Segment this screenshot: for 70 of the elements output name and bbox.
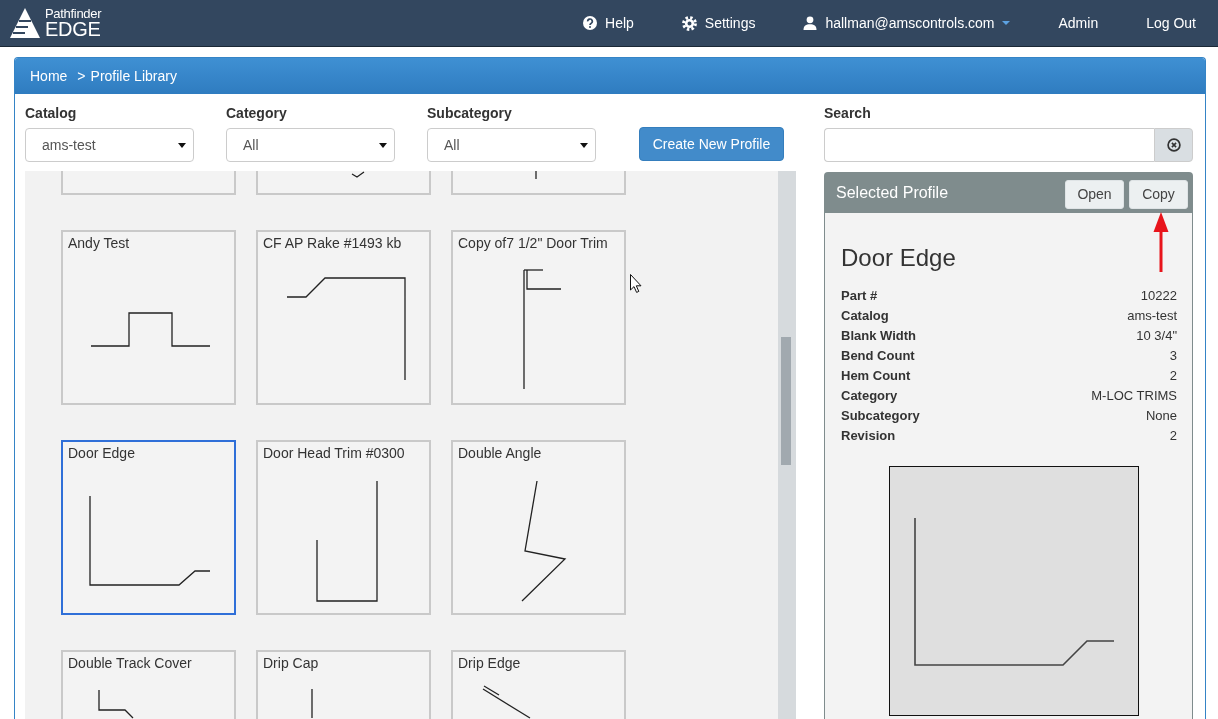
detail-label: Part # xyxy=(841,287,878,305)
profile-tile[interactable]: Double Track Cover xyxy=(61,650,236,719)
dropdown[interactable]: ams-test xyxy=(25,128,194,162)
scrollbar-thumb[interactable] xyxy=(781,337,791,465)
brand-subname: EDGE xyxy=(45,19,102,39)
nav-link[interactable]: Admin xyxy=(1034,0,1123,46)
caret-icon xyxy=(379,142,387,148)
profile-line-drawing xyxy=(311,688,313,719)
profile-line-drawing xyxy=(535,171,537,180)
detail-label: Subcategory xyxy=(841,407,920,425)
profile-line-drawing xyxy=(351,171,365,178)
detail-value: 3 xyxy=(1169,347,1177,365)
profile-tile[interactable]: Andy Test xyxy=(61,230,236,405)
annotation-arrow xyxy=(1153,212,1169,272)
profile-tile[interactable]: Drip Edge xyxy=(451,650,626,719)
settings-icon xyxy=(681,15,697,31)
detail-label: Category xyxy=(841,387,898,405)
clear-search-button[interactable] xyxy=(1154,128,1193,162)
caret-icon xyxy=(1002,21,1011,25)
profile-line-drawing xyxy=(482,685,531,719)
filter-label: Catalog xyxy=(25,104,78,123)
detail-value: 10222 xyxy=(1140,287,1177,305)
dropdown[interactable]: All xyxy=(226,128,395,162)
help-link[interactable]: Help xyxy=(559,0,658,46)
detail-value: M-LOC TRIMS xyxy=(1091,387,1177,405)
detail-label: Bend Count xyxy=(841,347,915,365)
search-label: Search xyxy=(824,104,872,123)
breadcrumb-current: Profile Library xyxy=(90,68,177,84)
detail-value: 2 xyxy=(1169,367,1177,385)
profile-tile[interactable]: Double Angle xyxy=(451,440,626,615)
detail-label: Revision xyxy=(841,427,896,445)
brand-name: Pathfinder xyxy=(45,7,102,20)
profile-line-drawing xyxy=(98,689,134,719)
search-field[interactable] xyxy=(824,128,1154,162)
help-icon xyxy=(583,16,598,30)
scrollbar-track[interactable] xyxy=(778,171,796,719)
open-button[interactable]: Open xyxy=(1065,179,1124,209)
profile-tile[interactable]: Door Head Trim #0300 xyxy=(256,440,431,615)
detail-value: ams-test xyxy=(1127,307,1177,325)
caret-icon xyxy=(178,142,186,148)
user-icon xyxy=(803,16,818,30)
detail-value: None xyxy=(1145,407,1177,425)
dropdown[interactable]: All xyxy=(427,128,596,162)
logo-icon[interactable] xyxy=(10,8,40,38)
profile-tile[interactable]: Drip Cap xyxy=(256,650,431,719)
create-profile-button[interactable]: Create New Profile xyxy=(639,127,784,161)
detail-label: Catalog xyxy=(841,307,889,325)
profile-tile[interactable]: Door Edge xyxy=(61,440,236,615)
profile-tile[interactable]: Copy of7 1/2" Door Trim xyxy=(451,230,626,405)
detail-label: Hem Count xyxy=(841,367,911,385)
profile-tile[interactable] xyxy=(451,171,626,195)
detail-label: Blank Width xyxy=(841,327,916,345)
settings-link[interactable]: Settings xyxy=(657,0,780,46)
detail-value: 10 3/4" xyxy=(1136,327,1177,345)
filter-label: Category xyxy=(226,104,288,123)
filter-label: Subcategory xyxy=(427,104,513,123)
nav-link[interactable]: Log Out xyxy=(1122,0,1218,46)
copy-button[interactable]: Copy xyxy=(1129,179,1188,209)
mouse-pointer-icon xyxy=(630,274,642,293)
profile-name: Door Edge xyxy=(841,244,957,272)
caret-icon xyxy=(580,142,588,148)
profile-tile[interactable]: CF AP Rake #1493 kb xyxy=(256,230,431,405)
account-menu[interactable]: hallman@amscontrols.com xyxy=(779,0,1035,46)
detail-value: 2 xyxy=(1169,427,1177,445)
breadcrumb-link[interactable]: Home xyxy=(30,68,68,84)
profile-tile[interactable] xyxy=(61,171,236,195)
clear-icon xyxy=(1166,138,1181,152)
profile-tile[interactable] xyxy=(256,171,431,195)
panel-title: Selected Profile xyxy=(836,184,949,202)
breadcrumb-separator: > xyxy=(77,68,86,84)
